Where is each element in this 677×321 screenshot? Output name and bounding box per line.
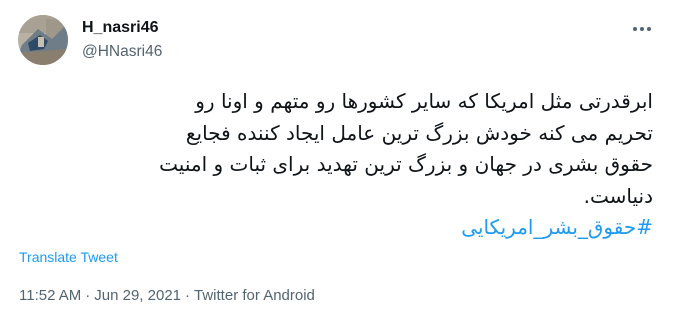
tweet-text: ابرقدرتی مثل امریکا که سایر کشورها رو مت… — [33, 86, 653, 244]
tweet-text-line: تحریم می کنه خودش بزرگ ترین عامل ایجاد ک… — [185, 120, 653, 145]
avatar[interactable] — [18, 15, 68, 65]
tweet-date[interactable]: Jun 29, 2021 — [94, 287, 181, 304]
tweet-metadata: 11:52 AM · Jun 29, 2021 · Twitter for Androi… — [19, 287, 315, 304]
tweet-text-line: حقوق بشری در جهان و بزرگ ترین تهدید برای… — [159, 152, 653, 176]
hashtag-link[interactable]: #حقوق_بشر_امریکایی — [461, 215, 653, 239]
tweet-text-line: دنیاست. — [583, 183, 653, 208]
meta-separator: · — [185, 287, 191, 304]
profile-photo-icon — [18, 15, 68, 65]
author-display-name[interactable]: H_nasri46 — [82, 19, 159, 37]
author-handle[interactable]: @HNasri46 — [82, 43, 162, 61]
translate-tweet-link[interactable]: Translate Tweet — [19, 249, 118, 265]
tweet-time[interactable]: 11:52 AM — [19, 287, 81, 304]
tweet-text-line: ابرقدرتی مثل امریکا که سایر کشورها رو مت… — [195, 89, 653, 113]
meta-separator: · — [85, 287, 91, 304]
tweet-source[interactable]: Twitter for Android — [194, 287, 315, 304]
tweet-card: H_nasri46 @HNasri46 ابرقدرتی مثل امریکا … — [0, 0, 677, 321]
more-horizontal-icon — [633, 27, 651, 31]
more-options-button[interactable] — [628, 17, 656, 41]
